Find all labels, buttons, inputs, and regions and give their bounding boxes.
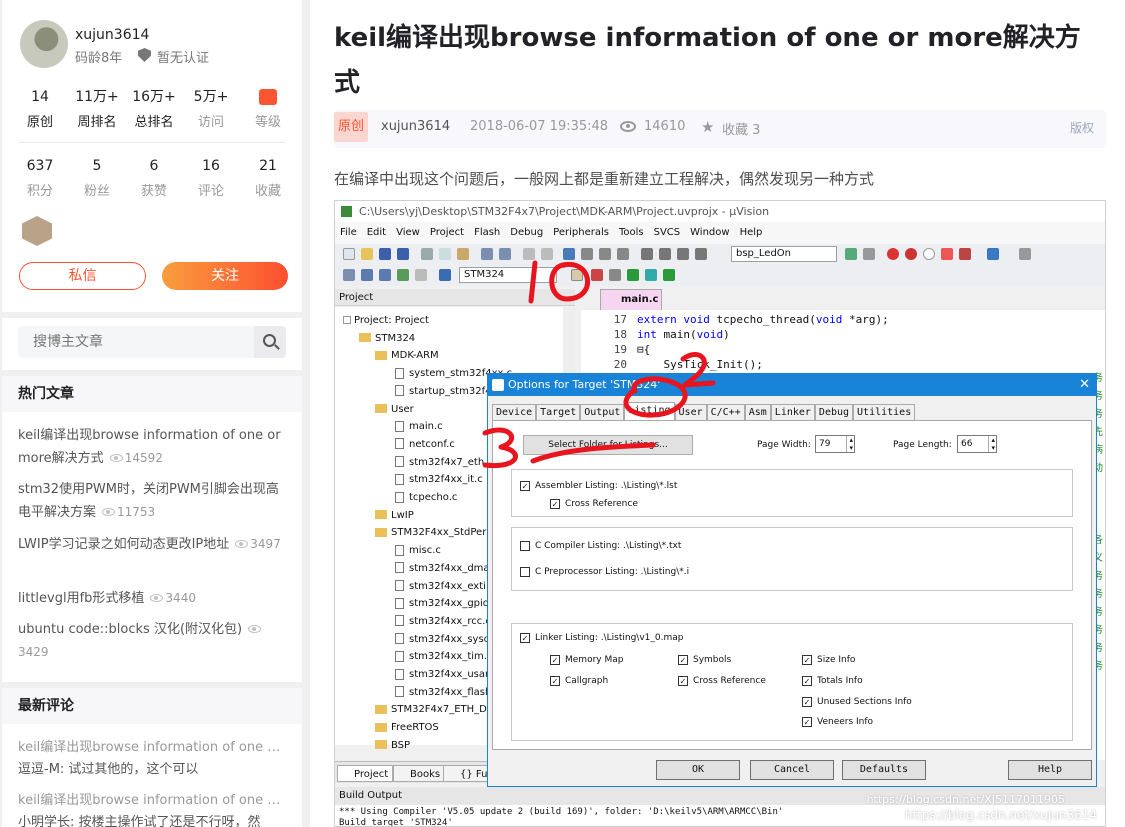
stat-label: 原创 [26, 115, 53, 130]
comment-text: 逗逗-M: 试过其他的，这个可以 [18, 762, 199, 777]
comment-text: 小明学长: 按楼主操作试了还是不行呀，然 [18, 815, 261, 827]
eye-icon [109, 454, 123, 462]
article-screenshot: C:\Users\yj\Desktop\STM32F4x7\Project\MD… [334, 200, 1106, 827]
annotation-number-2 [680, 352, 716, 388]
hot-article-item[interactable]: ubuntu code::blocks 汉化(附汉化包)3429 [18, 619, 288, 664]
comment-item[interactable]: keil编译出现browse information of one o... 小… [18, 790, 288, 827]
stat-label: 积分 [26, 184, 53, 199]
hot-article-title[interactable]: ubuntu code::blocks 汉化(附汉化包) [18, 622, 242, 637]
stats-row-1: 14 原创 11万+ 周排名 16万+ 总排名 5万+ 访问 等级 [2, 86, 302, 130]
eye-icon [235, 540, 249, 548]
stats-row-2: 637 积分 5 粉丝 6 获赞 16 评论 21 收藏 [2, 155, 302, 199]
annotation-circle-listing [623, 376, 688, 418]
latest-comments-card: 最新评论 keil编译出现browse information of one o… [2, 688, 302, 827]
eye-icon [620, 121, 636, 132]
view-count: 11753 [117, 505, 156, 519]
profile-card: xujun3614 码龄8年 暂无认证 14 原创 11万+ 周排名 16万+ … [2, 0, 302, 312]
original-badge: 原创 [334, 112, 368, 142]
article-author[interactable]: xujun3614 [381, 119, 450, 134]
search-box [18, 326, 286, 358]
hot-article-item[interactable]: littlevgl用fb形式移植 3440 [18, 587, 288, 610]
stat-label: 总排名 [134, 115, 174, 130]
stat-value: 16万+ [132, 89, 176, 105]
stat-value: 21 [259, 158, 277, 174]
divider [18, 142, 286, 143]
username[interactable]: xujun3614 [75, 27, 149, 43]
stat-value [240, 86, 296, 108]
follow-button[interactable]: 关注 [162, 262, 288, 290]
stat-value: 5 [92, 158, 102, 174]
view-count: 3440 [165, 591, 196, 605]
stat-original[interactable]: 14 原创 [12, 86, 68, 130]
latest-comments-title: 最新评论 [2, 688, 302, 724]
watermark: https://blog.csdn.net/XJ5117011905 [866, 793, 1065, 806]
eye-icon [102, 508, 116, 516]
comment-item[interactable]: keil编译出现browse information of one o... 逗… [18, 737, 288, 781]
stat-label: 评论 [197, 184, 224, 199]
hot-articles-title: 热门文章 [2, 376, 302, 412]
annotation-number-3 [482, 427, 518, 469]
hot-article-item[interactable]: keil编译出现browse information of one or mor… [18, 425, 288, 470]
blogger-badge-icon[interactable] [22, 216, 52, 246]
search-input[interactable] [18, 326, 254, 358]
hot-article-item[interactable]: LWIP学习记录之如何动态更改IP地址 3497 [18, 533, 288, 556]
private-message-button[interactable]: 私信 [19, 262, 146, 290]
account-age: 码龄8年 [75, 51, 123, 66]
stat-value: 14 [31, 89, 49, 105]
annotation-number-1 [528, 260, 538, 304]
stat-favorites: 21 收藏 [240, 155, 296, 199]
stat-value: 16 [202, 158, 220, 174]
hot-article-title[interactable]: littlevgl用fb形式移植 [18, 591, 144, 606]
article-views: 14610 [644, 119, 686, 134]
stat-value: 637 [26, 158, 54, 174]
level-icon [259, 89, 277, 105]
search-button[interactable] [254, 326, 286, 358]
stat-label: 获赞 [140, 184, 167, 199]
article-title: keil编译出现browse information of one or mor… [334, 23, 1081, 98]
view-count: 14592 [124, 451, 163, 465]
stat-total-rank[interactable]: 16万+ 总排名 [126, 86, 182, 130]
stat-comments: 16 评论 [183, 155, 239, 199]
stat-fans[interactable]: 5 粉丝 [69, 155, 125, 199]
stat-points: 637 积分 [12, 155, 68, 199]
stat-value: 5万+ [193, 89, 229, 105]
search-card [2, 318, 302, 370]
stat-label: 等级 [254, 115, 281, 130]
hot-article-title[interactable]: LWIP学习记录之如何动态更改IP地址 [18, 537, 229, 552]
watermark: https://blog.csdn.net/xujun3614 [904, 808, 1097, 822]
article-main: keil编译出现browse information of one or mor… [310, 0, 1125, 827]
stat-level[interactable]: 等级 [240, 86, 296, 130]
comment-article-link[interactable]: keil编译出现browse information of one o... [18, 790, 282, 812]
search-icon-handle [274, 344, 280, 350]
article-intro: 在编译中出现这个问题后，一般网上都是重新建立工程解决，偶然发现另一种方式 [334, 170, 875, 188]
favorite-button[interactable]: 收藏 3 [722, 119, 760, 138]
hot-article-item[interactable]: stm32使用PWM时，关闭PWM引脚会出现高电平解决方案 11753 [18, 479, 288, 524]
stat-label: 周排名 [77, 115, 117, 130]
certification-status: 暂无认证 [157, 51, 210, 66]
stat-value: 6 [149, 158, 159, 174]
eye-icon [150, 594, 164, 602]
stat-label: 访问 [197, 115, 224, 130]
shield-icon [138, 48, 151, 62]
stat-label: 收藏 [254, 184, 281, 199]
stat-label: 粉丝 [83, 184, 110, 199]
comment-article-link[interactable]: keil编译出现browse information of one o... [18, 737, 282, 759]
red-annotations [482, 260, 716, 469]
view-count: 3497 [250, 537, 281, 551]
article-date: 2018-06-07 19:35:48 [470, 119, 609, 134]
favorite-star-icon[interactable]: ★ [701, 120, 714, 135]
annotation-arrow [530, 442, 656, 464]
avatar[interactable] [20, 20, 68, 68]
stat-week-rank[interactable]: 11万+ 周排名 [69, 86, 125, 130]
hot-articles-card: 热门文章 keil编译出现browse information of one o… [2, 376, 302, 682]
view-count: 3429 [18, 645, 49, 659]
copyright-link[interactable]: 版权 [1070, 119, 1094, 136]
article-meta-bar: 原创 xujun3614 2018-06-07 19:35:48 14610 ★… [334, 110, 1106, 148]
stat-value: 11万+ [75, 89, 119, 105]
annotation-zero-shape [549, 261, 591, 302]
eye-icon [248, 625, 262, 633]
stat-visits: 5万+ 访问 [183, 86, 239, 130]
stat-likes: 6 获赞 [126, 155, 182, 199]
